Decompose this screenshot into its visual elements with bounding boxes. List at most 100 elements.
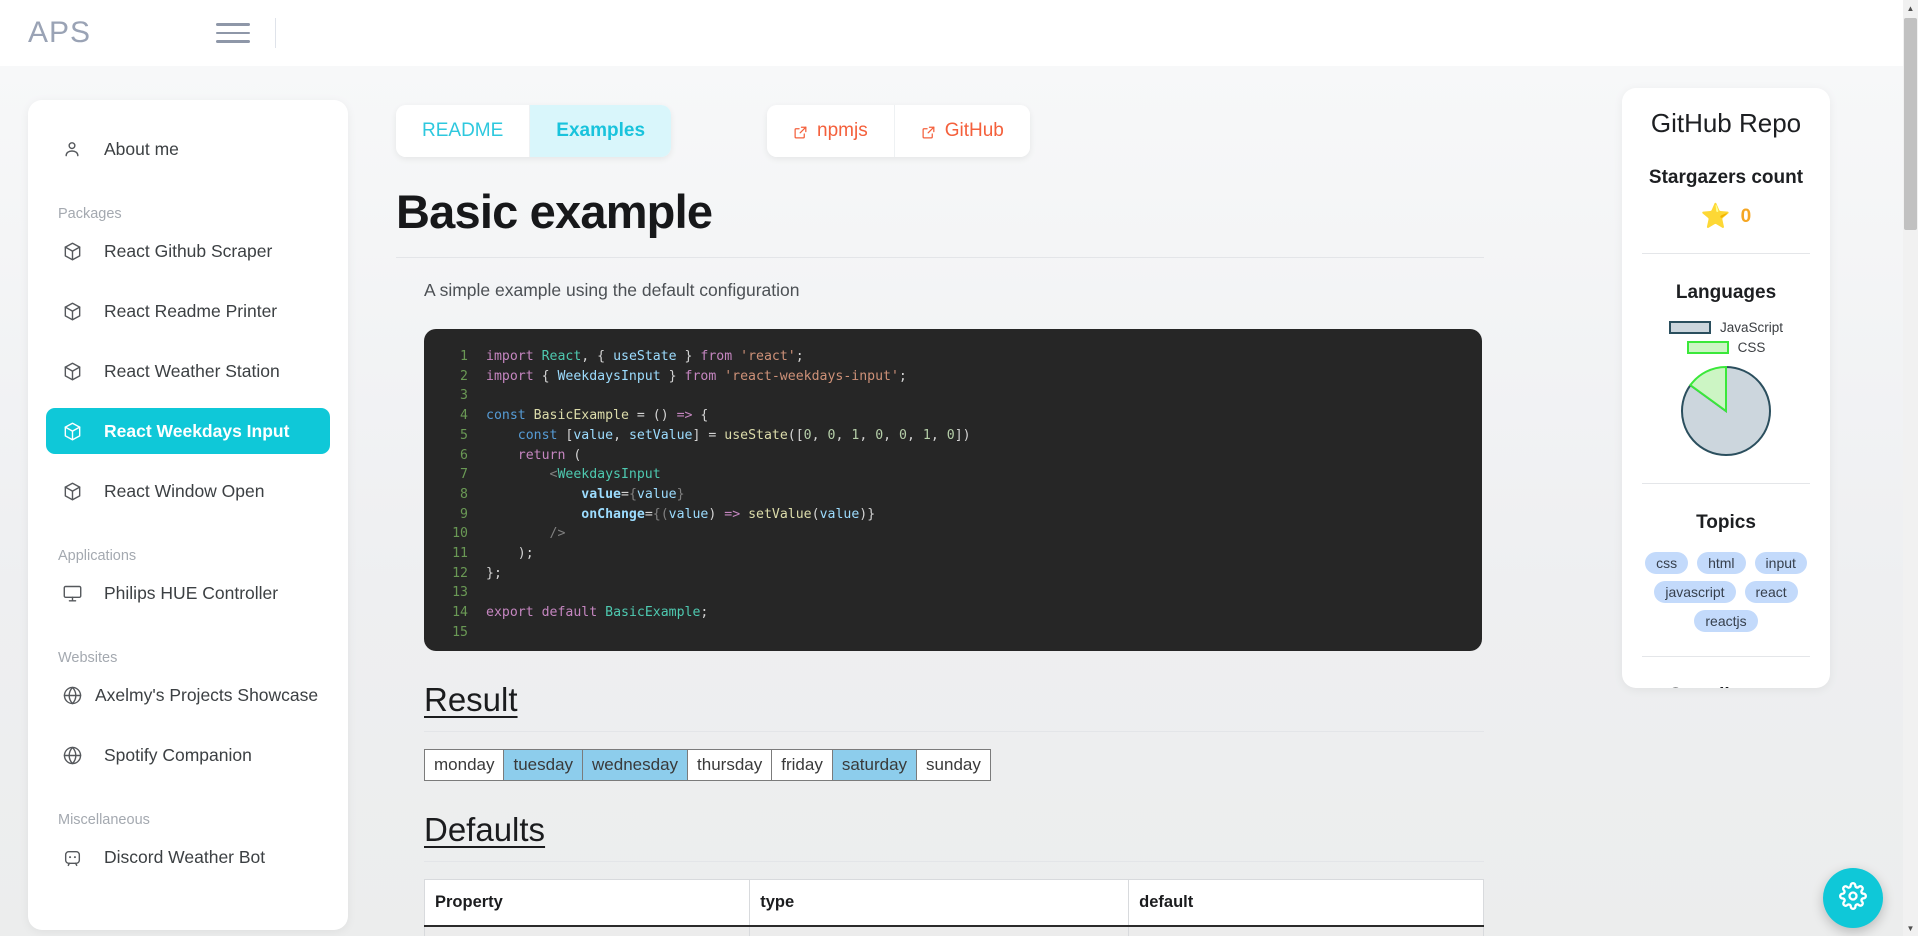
- code-block[interactable]: 1 import React, { useState } from 'react'…: [424, 329, 1482, 651]
- sidebar: About me Packages React Github Scraper Reac…: [28, 100, 348, 930]
- code-line: 9 onChange={(value) => setValue(value)}: [424, 505, 1482, 525]
- title-divider: [396, 257, 1484, 258]
- scroll-up-arrow[interactable]: ▲: [1903, 0, 1918, 16]
- link-github[interactable]: GitHub: [893, 105, 1030, 157]
- code-line: 6 return (: [424, 446, 1482, 466]
- defaults-table: Propertytypedefault valuestring/array"00…: [423, 879, 1484, 936]
- sidebar-item-label: React Github Scraper: [104, 240, 273, 261]
- code-line: 4 const BasicExample = () => {: [424, 406, 1482, 426]
- sidebar-item-label: React Readme Printer: [104, 300, 278, 321]
- topic-tag-html[interactable]: html: [1697, 552, 1746, 574]
- code-line: 12};: [424, 564, 1482, 584]
- weekdays-input[interactable]: monday tuesday wednesday thursday friday satu…: [424, 749, 1586, 781]
- code-line-number: 1: [460, 349, 468, 364]
- code-line: 15: [424, 623, 1482, 643]
- weekday-thursday[interactable]: thursday: [688, 749, 773, 781]
- code-line-number: 11: [452, 546, 468, 562]
- sidebar-item-axelmy-s-projects-showcase[interactable]: Axelmy's Projects Showcase: [46, 672, 330, 718]
- sidebar-item-react-weather-station[interactable]: React Weather Station: [46, 348, 330, 394]
- code-line: 13: [424, 583, 1482, 603]
- tab-examples[interactable]: Examples: [529, 105, 672, 157]
- weekday-wednesday[interactable]: wednesday: [583, 749, 689, 781]
- sidebar-item-label: Axelmy's Projects Showcase: [95, 684, 319, 705]
- package-icon: [62, 301, 92, 322]
- topic-tag-javascript[interactable]: javascript: [1654, 581, 1736, 603]
- legend-swatch: [1668, 321, 1711, 334]
- hamburger-menu-icon[interactable]: [216, 20, 251, 46]
- sidebar-item-philips-hue-controller[interactable]: Philips HUE Controller: [46, 570, 330, 616]
- code-line: 8 value={value}: [424, 485, 1482, 505]
- scrollbar-thumb[interactable]: [1904, 18, 1917, 230]
- code-line: 7 <WeekdaysInput: [424, 465, 1482, 485]
- code-line: 5 const [value, setValue] = useState([0,…: [424, 426, 1482, 446]
- weekday-monday[interactable]: monday: [424, 749, 505, 781]
- sidebar-item-react-readme-printer[interactable]: React Readme Printer: [46, 288, 330, 334]
- contributors-label: Contributors: [1636, 685, 1816, 688]
- legend-swatch: [1686, 341, 1729, 354]
- code-line-number: 6: [460, 447, 468, 463]
- code-line: 10 />: [424, 524, 1482, 544]
- topic-tag-reactjs[interactable]: reactjs: [1694, 610, 1758, 632]
- external-link-group: npmjs GitHub: [767, 105, 1030, 157]
- sidebar-item-react-github-scraper[interactable]: React Github Scraper: [46, 228, 330, 274]
- code-line-text: <WeekdaysInput: [486, 467, 661, 483]
- sidebar-item-react-weekdays-input[interactable]: React Weekdays Input: [46, 408, 330, 454]
- panel-divider-3: [1642, 656, 1810, 657]
- header-divider: [275, 18, 277, 48]
- tab-readme[interactable]: README: [396, 105, 530, 157]
- code-line-text: export default BasicExample;: [486, 605, 709, 621]
- stargazers-count: 0: [1740, 206, 1752, 227]
- github-repo-panel: GitHub Repo Stargazers count ⭐ 0 Languag…: [1622, 88, 1830, 688]
- topic-tag-react[interactable]: react: [1744, 581, 1798, 603]
- panel-divider-2: [1642, 483, 1810, 484]
- code-line-number: 7: [460, 467, 468, 483]
- main-content: README Examples npmjs GitHub Basic example…: [396, 100, 1586, 936]
- topic-tag-input[interactable]: input: [1754, 552, 1807, 574]
- globe-icon: [62, 685, 83, 706]
- sidebar-item-label: React Weekdays Input: [104, 420, 290, 441]
- external-link-icon: [921, 124, 936, 139]
- weekday-saturday[interactable]: saturday: [832, 749, 918, 781]
- weekday-tuesday[interactable]: tuesday: [504, 749, 584, 781]
- sidebar-item-label: About me: [104, 138, 179, 159]
- sidebar-item-discord-weather-bot[interactable]: Discord Weather Bot: [46, 834, 330, 880]
- code-line: 1 import React, { useState } from 'react'…: [424, 347, 1482, 367]
- weekday-friday[interactable]: friday: [772, 749, 833, 781]
- legend-item: JavaScript: [1636, 320, 1816, 335]
- sidebar-item-about-me[interactable]: About me: [46, 126, 330, 172]
- weekday-sunday[interactable]: sunday: [917, 749, 991, 781]
- link-npmjs[interactable]: npmjs: [767, 105, 894, 157]
- sidebar-section-miscellaneous: Miscellaneous: [58, 812, 150, 828]
- code-line-number: 8: [460, 486, 468, 502]
- person-icon: [62, 139, 92, 159]
- languages-pie-chart: [1636, 363, 1816, 459]
- code-line-number: 14: [452, 605, 468, 621]
- code-line: 2 import { WeekdaysInput } from 'react-we…: [424, 367, 1482, 387]
- globe-icon: [62, 745, 92, 766]
- code-line-number: 9: [460, 506, 468, 522]
- table-header-row: Property type default: [423, 879, 1484, 927]
- topic-tag-css[interactable]: css: [1645, 552, 1689, 574]
- discord-icon: [62, 847, 92, 868]
- sidebar-section-applications: Applications: [58, 548, 137, 564]
- sidebar-item-react-window-open[interactable]: React Window Open: [46, 468, 330, 514]
- settings-fab-button[interactable]: [1823, 868, 1883, 928]
- code-line-number: 12: [452, 565, 468, 581]
- sidebar-item-label: React Weather Station: [104, 360, 280, 381]
- scroll-down-arrow[interactable]: ▼: [1903, 920, 1918, 936]
- code-line-text: const [value, setValue] = useState([0, 0…: [517, 427, 971, 443]
- table-header-cell: default: [1128, 879, 1484, 927]
- pie-chart-svg: [1681, 365, 1771, 456]
- app-brand: APS: [28, 16, 92, 49]
- sidebar-item-label: Philips HUE Controller: [104, 582, 279, 603]
- code-line-number: 4: [460, 408, 468, 424]
- sidebar-item-label: React Window Open: [104, 480, 265, 501]
- languages-legend: JavaScript CSS: [1636, 320, 1816, 355]
- sidebar-item-spotify-companion[interactable]: Spotify Companion: [46, 732, 330, 778]
- browser-scrollbar[interactable]: ▲ ▼: [1903, 0, 1918, 936]
